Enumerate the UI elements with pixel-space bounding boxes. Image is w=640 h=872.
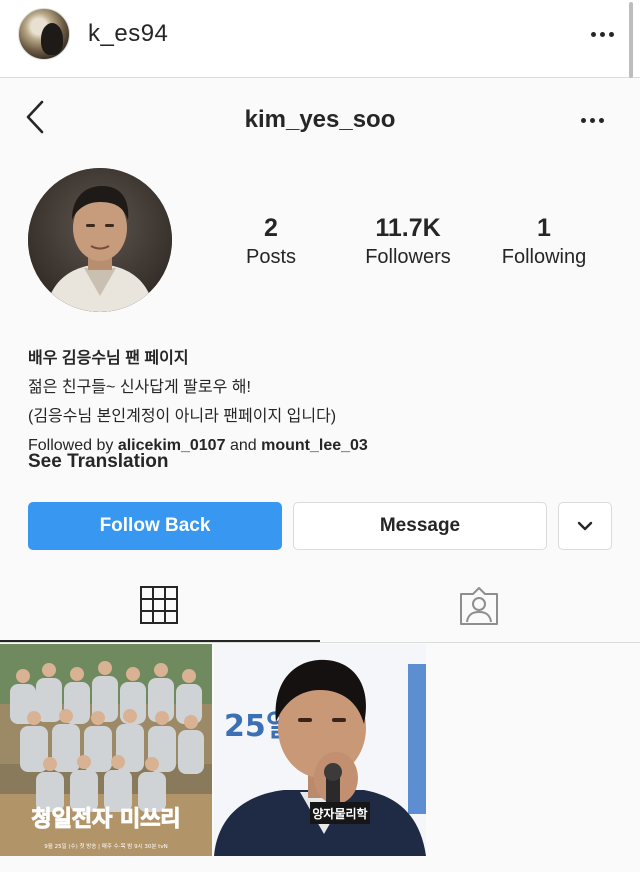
profile-username: kim_yes_soo [244,106,396,133]
bio-name: 배우 김응수님 팬 페이지 [28,350,189,367]
post-thumbnail-1[interactable]: 청일전자 미쓰리 9월 25일 (수) 첫 방송 | 매주 수·목 밤 9시 3… [0,644,212,856]
poster-air-info: 9월 25일 (수) 첫 방송 | 매주 수·목 밤 9시 30분 tvN [44,842,167,850]
top-more-icon[interactable] [591,32,614,37]
profile-avatar[interactable] [28,168,172,312]
mic-sign-text: 양자물리학 [312,806,367,821]
follow-back-button[interactable]: Follow Back [28,502,282,550]
message-button[interactable]: Message [293,502,547,550]
poster-title: 청일전자 미쓰리 [31,807,180,832]
bio-line-1: 젊은 친구들~ 신사답게 팔로우 해! [28,379,251,396]
suggested-dropdown-button[interactable] [558,502,612,550]
press-photo-image: 25일 양자물리학 [214,644,426,856]
posts-label: Posts [245,246,297,268]
tab-posts-grid[interactable] [0,572,320,642]
post-thumbnail-2[interactable]: 25일 양자물리학 [214,644,426,856]
bio-line-2: (김응수님 본인계정이 아니라 팬페이지 입니다) [28,408,337,425]
top-user-avatar[interactable] [18,8,70,60]
chevron-down-icon [577,521,593,531]
grid-icon [140,586,178,624]
posts-value: 2 [264,214,278,242]
profile-photo [28,168,172,312]
following-count[interactable]: 1 Following [494,214,594,270]
profile-tabs [0,572,640,643]
followed-by-connector: and [229,437,257,454]
profile-bio: 배우 김응수님 팬 페이지 젊은 친구들~ 신사답게 팔로우 해! (김응수님 … [28,344,618,460]
following-label: Following [501,246,587,268]
tagged-person-icon [460,587,498,625]
profile-header: kim_yes_soo [0,92,640,148]
following-value: 1 [537,214,551,242]
more-options-icon[interactable] [581,118,604,123]
top-bar: k_es94 [0,0,640,78]
followers-label: Followers [365,246,451,268]
top-username[interactable]: k_es94 [88,20,168,48]
followed-by-user-2[interactable]: mount_lee_03 [261,437,368,454]
followers-value: 11.7K [375,214,441,242]
followers-count[interactable]: 11.7K Followers [352,214,464,270]
scrollbar[interactable] [629,2,633,78]
drama-poster-image: 청일전자 미쓰리 9월 25일 (수) 첫 방송 | 매주 수·목 밤 9시 3… [0,644,212,856]
tab-tagged[interactable] [320,572,640,642]
posts-count: 2 Posts [230,214,312,270]
see-translation-link[interactable]: See Translation [28,451,168,473]
